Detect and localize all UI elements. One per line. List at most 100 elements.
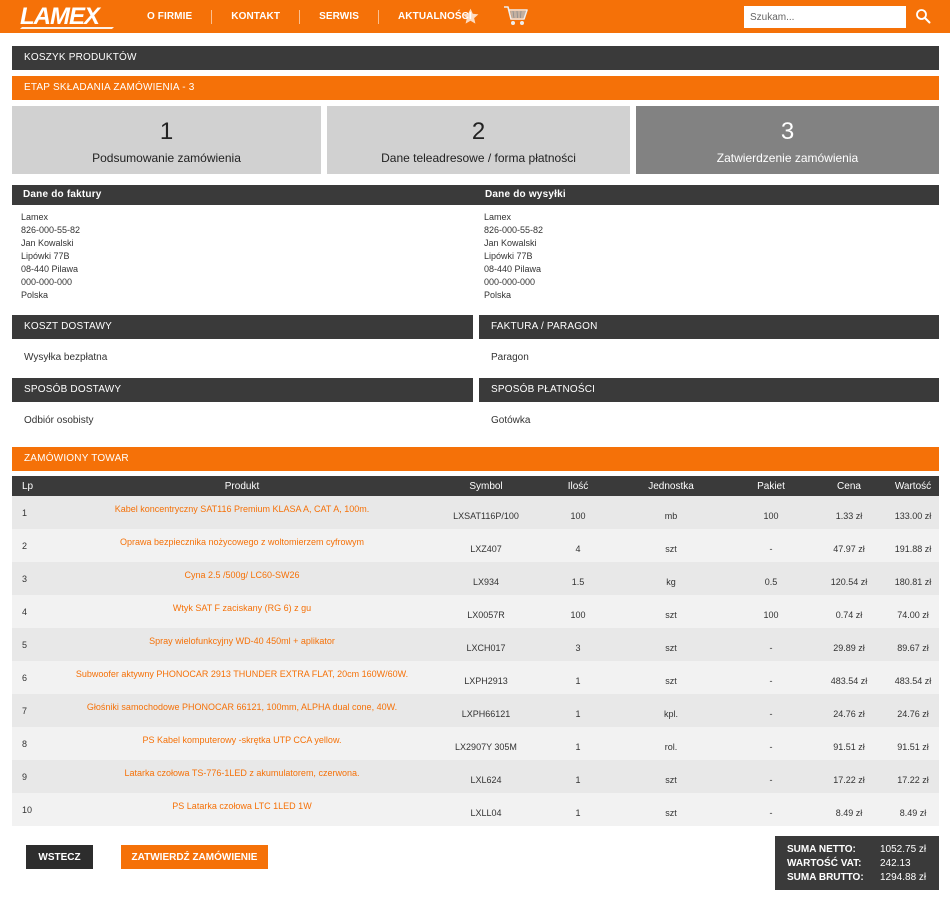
unit: kg xyxy=(666,576,676,587)
product-link[interactable]: Spray wielofunkcyjny WD-40 450ml + aplik… xyxy=(57,628,427,661)
address-line: Lamex xyxy=(484,212,512,222)
table-row: 7 Głośniki samochodowe PHONOCAR 66121, 10… xyxy=(12,694,939,727)
ordered-header: ZAMÓWIONY TOWAR xyxy=(12,447,939,471)
product-link[interactable]: Wtyk SAT F zaciskany (RG 6) z gu xyxy=(57,595,427,628)
step-number: 2 xyxy=(471,118,486,145)
pack: - xyxy=(769,741,773,752)
address-line: 826-000-55-82 xyxy=(484,225,544,235)
gross-value: 1294.88 zł xyxy=(880,872,927,883)
product-link[interactable]: Głośniki samochodowe PHONOCAR 66121, 100… xyxy=(57,694,427,727)
back-button[interactable]: WSTECZ xyxy=(26,845,93,869)
delivery-cost-header: KOSZT DOSTAWY xyxy=(12,315,473,339)
product-link[interactable]: PS Latarka czołowa LTC 1LED 1W xyxy=(57,793,427,826)
row-value: 191.88 zł xyxy=(894,543,932,554)
col-qty: Ilość xyxy=(545,476,611,496)
col-lp: Lp xyxy=(12,476,57,496)
col-pack: Pakiet xyxy=(731,476,811,496)
table-row: 5 Spray wielofunkcyjny WD-40 450ml + apli… xyxy=(12,628,939,661)
address-line: Lipówki 77B xyxy=(484,251,533,261)
table-row: 9 Latarka czołowa TS-776-1LED z akumulato… xyxy=(12,760,939,793)
table-row: 1 Kabel koncentryczny SAT116 Premium KLAS… xyxy=(12,496,939,529)
address-line: Lamex xyxy=(21,212,49,222)
shipping-header: Dane do wysyłki xyxy=(474,185,939,205)
product-symbol: LXPH2913 xyxy=(464,675,508,686)
nav-kontakt[interactable]: KONTAKT xyxy=(212,9,301,24)
step-1[interactable]: 1 Podsumowanie zamówienia xyxy=(12,106,321,174)
row-value: 17.22 zł xyxy=(897,774,929,785)
nav-o-firmie[interactable]: O FIRMIE xyxy=(128,9,213,24)
unit: szt xyxy=(665,774,677,785)
row-value: 133.00 zł xyxy=(894,510,932,521)
col-product: Produkt xyxy=(57,476,427,496)
confirm-order-button[interactable]: ZATWIERDŹ ZAMÓWIENIE xyxy=(121,845,268,869)
address-line: Jan Kowalski xyxy=(484,238,537,248)
product-link[interactable]: Oprawa bezpiecznika nożycowego z woltomi… xyxy=(57,529,427,562)
document-type-header: FAKTURA / PARAGON xyxy=(479,315,939,339)
lamex-logo[interactable]: LAMEX xyxy=(18,3,118,29)
pack: 0.5 xyxy=(764,576,778,587)
address-line: 826-000-55-82 xyxy=(21,225,81,235)
vat-value: 242.13 xyxy=(880,858,911,869)
table-header-row: Lp Produkt Symbol Ilość Jednostka Pakiet… xyxy=(12,476,939,496)
search-input[interactable] xyxy=(744,6,906,28)
product-link[interactable]: Latarka czołowa TS-776-1LED z akumulator… xyxy=(57,760,427,793)
product-link[interactable]: Subwoofer aktywny PHONOCAR 2913 THUNDER … xyxy=(57,661,427,694)
pack: - xyxy=(769,774,773,785)
table-row: 10 PS Latarka czołowa LTC 1LED 1W LXLL04 1 s… xyxy=(12,793,939,826)
table-row: 8 PS Kabel komputerowy -skrętka UTP CCA y… xyxy=(12,727,939,760)
address-line: Polska xyxy=(21,290,49,300)
row-number: 10 xyxy=(22,804,33,815)
star-icon[interactable] xyxy=(461,7,480,26)
row-number: 8 xyxy=(22,738,28,749)
product-link[interactable]: PS Kabel komputerowy -skrętka UTP CCA ye… xyxy=(57,727,427,760)
address-line: 000-000-000 xyxy=(484,277,536,287)
main-nav: O FIRMIE KONTAKT SERWIS AKTUALNOŚCI xyxy=(128,0,491,33)
search-icon[interactable] xyxy=(915,8,931,24)
nav-serwis[interactable]: SERWIS xyxy=(300,9,379,24)
product-symbol: LX934 xyxy=(472,576,500,587)
row-value: 24.76 zł xyxy=(897,708,929,719)
unit: szt xyxy=(665,609,677,620)
row-value: 483.54 zł xyxy=(894,675,932,686)
product-symbol: LXL624 xyxy=(470,774,502,785)
pack: - xyxy=(769,642,773,653)
col-symbol: Symbol xyxy=(427,476,545,496)
row-value: 8.49 zł xyxy=(899,807,927,818)
table-row: 6 Subwoofer aktywny PHONOCAR 2913 THUNDER… xyxy=(12,661,939,694)
step-number: 1 xyxy=(159,118,174,145)
row-value: 91.51 zł xyxy=(897,741,929,752)
unit: szt xyxy=(665,807,677,818)
invoice-address: Lamex 826-000-55-82 Jan Kowalski Lipówki… xyxy=(21,211,80,302)
cart-header: KOSZYK PRODUKTÓW xyxy=(12,46,939,70)
quantity: 100 xyxy=(570,609,586,620)
step-label: Dane teleadresowe / forma płatności xyxy=(381,151,576,165)
quantity: 4 xyxy=(575,543,581,554)
row-number: 9 xyxy=(22,771,28,782)
address-line: Jan Kowalski xyxy=(21,238,74,248)
row-number: 2 xyxy=(22,540,28,551)
cart-icon[interactable] xyxy=(503,4,529,28)
top-bar: LAMEX O FIRMIE KONTAKT SERWIS AKTUALNOŚC… xyxy=(0,0,950,33)
address-line: 08-440 Pilawa xyxy=(21,264,79,274)
product-link[interactable]: Kabel koncentryczny SAT116 Premium KLASA… xyxy=(57,496,427,529)
unit: rol. xyxy=(664,741,678,752)
address-line: Lipówki 77B xyxy=(21,251,70,261)
row-value: 74.00 zł xyxy=(897,609,929,620)
pack: - xyxy=(769,708,773,719)
svg-text:LAMEX: LAMEX xyxy=(20,3,102,29)
product-symbol: LXZ407 xyxy=(470,543,502,554)
gross-label: SUMA BRUTTO: xyxy=(787,872,864,883)
delivery-cost-value: Wysyłka bezpłatna xyxy=(24,352,108,363)
price: 1.33 zł xyxy=(835,510,863,521)
unit: szt xyxy=(665,543,677,554)
delivery-method-value: Odbiór osobisty xyxy=(24,415,94,426)
step-2[interactable]: 2 Dane teleadresowe / forma płatności xyxy=(327,106,630,174)
step-3[interactable]: 3 Zatwierdzenie zamówienia xyxy=(636,106,939,174)
row-number: 6 xyxy=(22,672,28,683)
pack: - xyxy=(769,543,773,554)
address-line: 000-000-000 xyxy=(21,277,73,287)
product-symbol: LXLL04 xyxy=(470,807,502,818)
product-link[interactable]: Cyna 2.5 /500g/ LC60-SW26 xyxy=(57,562,427,595)
row-number: 3 xyxy=(22,573,28,584)
payment-method-header: SPOSÓB PŁATNOŚCI xyxy=(479,378,939,402)
